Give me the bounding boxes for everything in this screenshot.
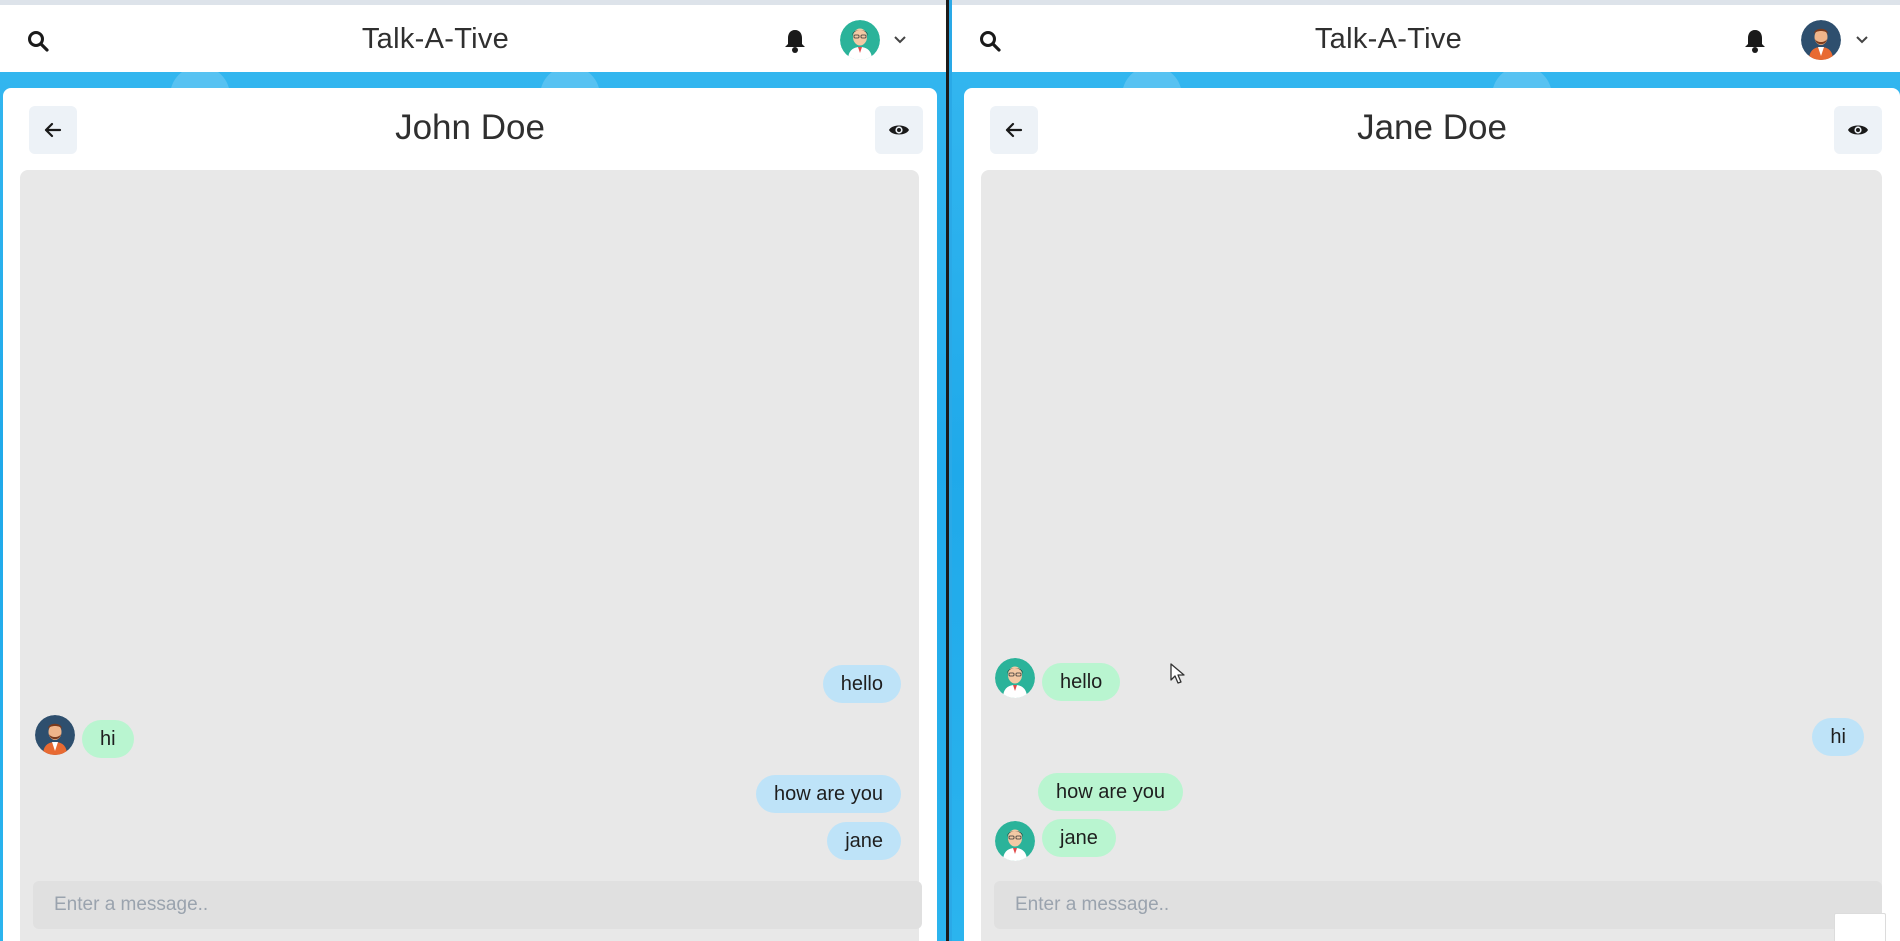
chat-card: Jane Doe hello hi how are you jane Enter… xyxy=(964,88,1900,941)
message-area[interactable]: hello hi how are you jane xyxy=(20,170,919,941)
message-bubble: hi xyxy=(82,720,134,758)
chat-window-right: Talk-A-Tive Jane Doe hello hi how are yo… xyxy=(952,0,1900,941)
message-input[interactable] xyxy=(994,881,1882,929)
message-bubble: jane xyxy=(1042,819,1116,857)
sender-avatar xyxy=(35,715,75,755)
message-area[interactable]: hello hi how are you jane xyxy=(981,170,1882,941)
view-profile-button[interactable] xyxy=(875,106,923,154)
message-bubble: how are you xyxy=(756,775,901,813)
message-bubble: hi xyxy=(1812,718,1864,756)
view-profile-button[interactable] xyxy=(1834,106,1882,154)
chat-title: Jane Doe xyxy=(1357,108,1507,147)
watermark-logo xyxy=(1834,913,1886,941)
bell-icon[interactable] xyxy=(783,28,807,54)
eye-icon xyxy=(1848,125,1868,135)
top-navbar: Talk-A-Tive xyxy=(952,0,1900,72)
message-input[interactable] xyxy=(33,881,922,929)
chevron-down-icon[interactable] xyxy=(893,35,907,45)
message-bubble: hello xyxy=(1042,663,1121,701)
message-bubble: how are you xyxy=(1038,773,1183,811)
sender-avatar xyxy=(995,821,1035,861)
user-avatar[interactable] xyxy=(840,20,880,60)
eye-icon xyxy=(889,125,909,135)
chat-window-left: Talk-A-Tive John Doe hello hi how are yo… xyxy=(0,0,946,941)
chat-card: John Doe hello hi how are you jane Enter… xyxy=(3,88,937,941)
chevron-down-icon[interactable] xyxy=(1855,35,1869,45)
top-navbar: Talk-A-Tive xyxy=(0,0,946,72)
chat-title: John Doe xyxy=(395,108,545,147)
bell-icon[interactable] xyxy=(1743,28,1767,54)
user-avatar[interactable] xyxy=(1801,20,1841,60)
sender-avatar xyxy=(995,658,1035,698)
mouse-cursor-icon xyxy=(1170,663,1185,684)
message-bubble: hello xyxy=(822,665,901,703)
message-bubble: jane xyxy=(827,822,901,860)
